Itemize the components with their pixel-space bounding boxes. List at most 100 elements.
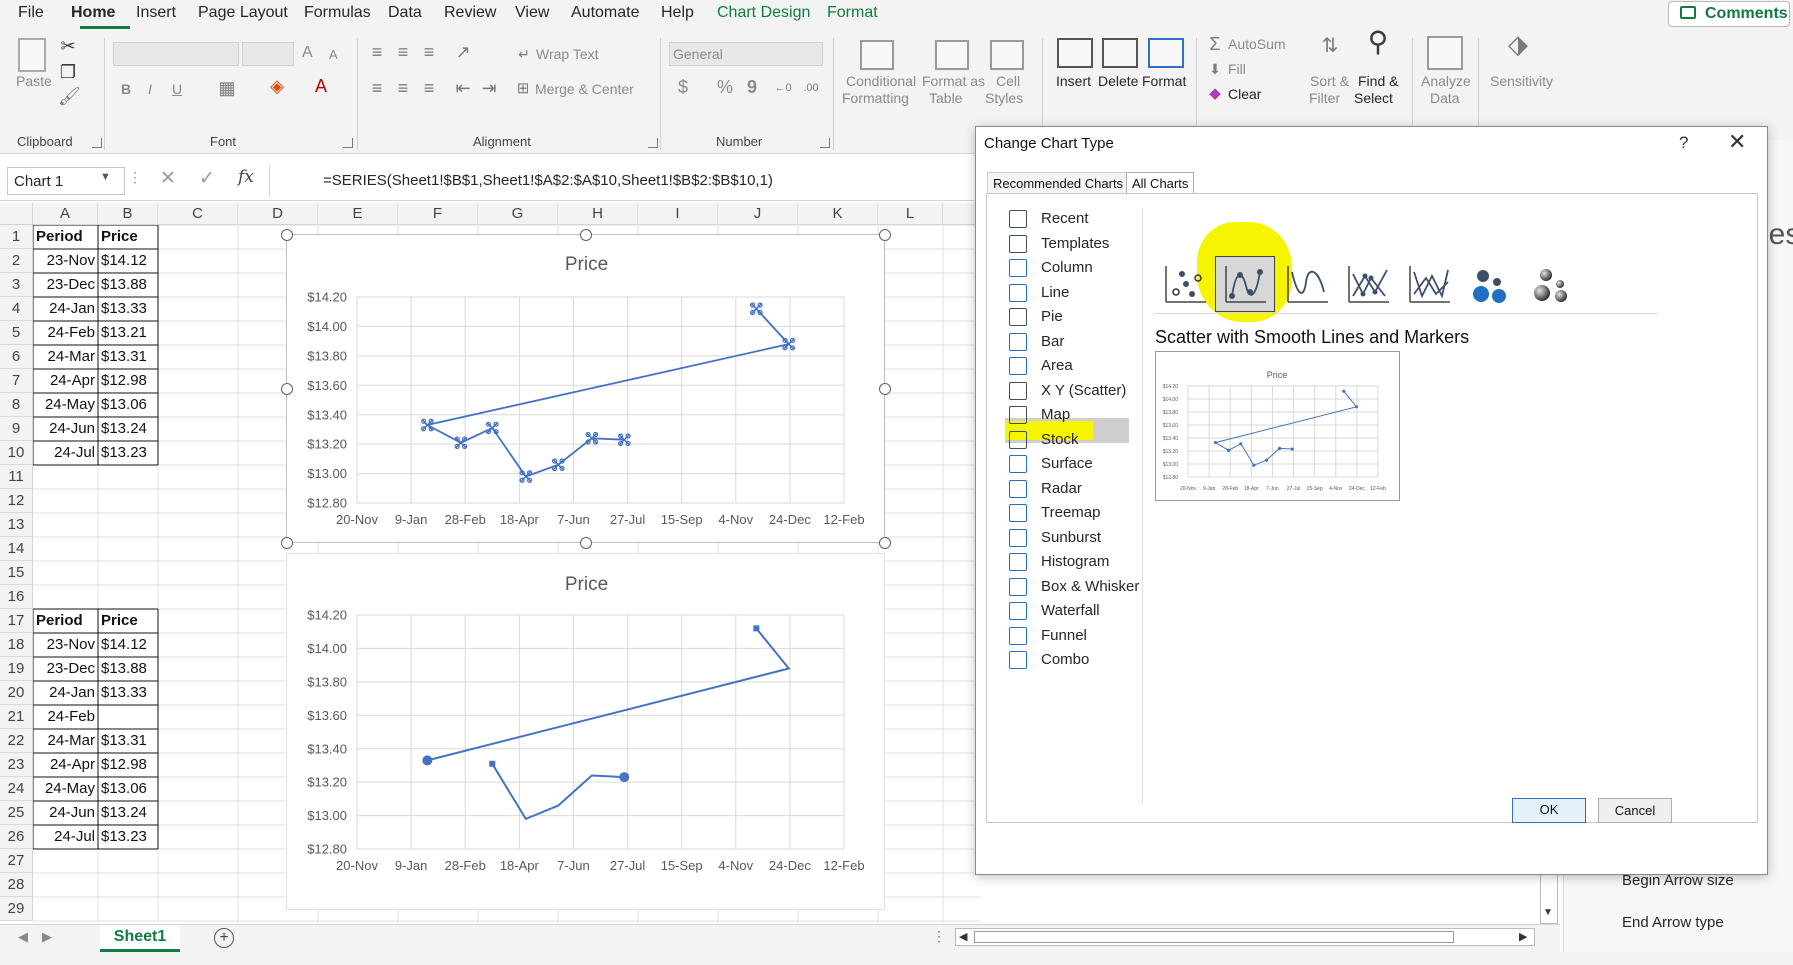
cell[interactable]: $12.98 xyxy=(98,753,158,777)
menu-review[interactable]: Review xyxy=(444,4,496,22)
clipboard-dialog-launcher-icon[interactable] xyxy=(92,138,102,148)
menu-page-layout[interactable]: Page Layout xyxy=(198,4,288,22)
delete-cells-icon[interactable] xyxy=(1102,38,1138,68)
scatter-smooth-lines-markers-icon[interactable] xyxy=(1222,262,1268,306)
cell-styles-icon[interactable] xyxy=(990,40,1024,70)
cell-styles-button-line2[interactable]: Styles xyxy=(985,89,1023,107)
format-as-table-button-line2[interactable]: Table xyxy=(929,89,962,107)
cell[interactable]: $13.24 xyxy=(98,801,158,825)
menu-home[interactable]: Home xyxy=(71,4,115,22)
resize-handle-icon[interactable] xyxy=(879,537,891,549)
align-middle-icon[interactable]: ≡ xyxy=(392,42,414,62)
analyze-data-button-line2[interactable]: Data xyxy=(1430,89,1460,107)
resize-handle-icon[interactable] xyxy=(879,383,891,395)
increase-indent-icon[interactable]: ⇥ xyxy=(478,78,500,98)
column-header[interactable]: E xyxy=(318,203,398,225)
data-point[interactable] xyxy=(422,755,433,766)
underline-button[interactable]: U xyxy=(172,80,182,98)
cell[interactable]: 24-Jan xyxy=(33,681,98,705)
insert-cells-icon[interactable] xyxy=(1057,38,1093,68)
resize-handle-icon[interactable] xyxy=(281,537,293,549)
menu-automate[interactable]: Automate xyxy=(571,4,639,22)
font-dialog-launcher-icon[interactable] xyxy=(343,138,353,148)
row-header[interactable]: 16 xyxy=(0,585,33,609)
column-header[interactable]: I xyxy=(638,203,718,225)
column-header[interactable]: J xyxy=(718,203,798,225)
help-button[interactable]: ? xyxy=(1679,133,1688,153)
find-select-button[interactable]: Find & xyxy=(1358,72,1398,90)
chart-preview[interactable]: Price $12.80 $13.00 $13.20 $13.40 $13.60 $13.8… xyxy=(1155,351,1400,501)
menu-format[interactable]: Format xyxy=(827,4,878,22)
cell[interactable]: $13.33 xyxy=(98,297,158,321)
chart-category-map[interactable]: Map xyxy=(1009,403,1159,427)
cell[interactable]: 24-Jun xyxy=(33,801,98,825)
row-header[interactable]: 13 xyxy=(0,513,33,537)
sensitivity-button[interactable]: Sensitivity xyxy=(1490,72,1553,90)
sheet-tab-sheet1[interactable]: Sheet1 xyxy=(100,925,180,952)
tab-bar-options-icon[interactable]: ⋮ xyxy=(932,928,946,945)
next-sheet-icon[interactable]: ▶ xyxy=(42,929,52,945)
chart-category-templates[interactable]: Templates xyxy=(1009,232,1159,256)
column-header[interactable]: F xyxy=(398,203,478,225)
chart-category-box-whisker[interactable]: Box & Whisker xyxy=(1009,575,1159,599)
cell[interactable]: Price xyxy=(98,609,158,633)
scroll-right-icon[interactable]: ▶ xyxy=(1519,930,1527,943)
alignment-dialog-launcher-icon[interactable] xyxy=(648,138,658,148)
align-left-icon[interactable]: ≡ xyxy=(366,78,388,98)
column-header[interactable]: L xyxy=(878,203,943,225)
row-header[interactable]: 7 xyxy=(0,369,33,393)
chart-category-histogram[interactable]: Histogram xyxy=(1009,550,1159,574)
row-header[interactable]: 17 xyxy=(0,609,33,633)
row-header[interactable]: 4 xyxy=(0,297,33,321)
cell[interactable]: Price xyxy=(98,225,158,249)
cell[interactable]: $13.23 xyxy=(98,441,158,465)
chart-category-bar[interactable]: Bar xyxy=(1009,330,1159,354)
row-header[interactable]: 12 xyxy=(0,489,33,513)
menu-view[interactable]: View xyxy=(515,4,549,22)
data-point[interactable] xyxy=(749,302,763,316)
cell[interactable]: 23-Dec xyxy=(33,657,98,681)
resize-handle-icon[interactable] xyxy=(879,229,891,241)
paste-icon[interactable] xyxy=(18,38,46,72)
ok-button[interactable]: OK xyxy=(1512,798,1586,823)
name-box-dropdown-icon[interactable]: ▼ xyxy=(100,171,111,183)
cell[interactable]: 24-Feb xyxy=(33,321,98,345)
row-header[interactable]: 27 xyxy=(0,849,33,873)
fill-button[interactable]: Fill xyxy=(1228,60,1246,78)
conditional-formatting-button-line2[interactable]: Formatting xyxy=(842,89,909,107)
cut-icon[interactable]: ✂ xyxy=(58,36,78,56)
resize-handle-icon[interactable] xyxy=(580,537,592,549)
increase-decimal-icon[interactable]: ←0 xyxy=(772,78,794,98)
conditional-formatting-button[interactable]: Conditional xyxy=(846,72,916,90)
cell[interactable]: 24-Mar xyxy=(33,729,98,753)
find-select-icon[interactable]: ⚲ xyxy=(1360,28,1396,56)
data-point[interactable] xyxy=(753,625,760,632)
paste-button[interactable]: Paste xyxy=(16,72,52,90)
scroll-left-icon[interactable]: ◀ xyxy=(959,930,967,943)
chart-category-surface[interactable]: Surface xyxy=(1009,452,1159,476)
row-header[interactable]: 9 xyxy=(0,417,33,441)
orientation-icon[interactable]: ↗ xyxy=(452,42,474,62)
scatter-smooth-lines-icon[interactable] xyxy=(1284,262,1330,306)
shrink-font-button[interactable]: A xyxy=(329,46,338,64)
font-size-combo[interactable] xyxy=(242,42,294,66)
data-point[interactable] xyxy=(551,458,565,472)
currency-button[interactable]: $ xyxy=(678,78,688,96)
chart-category-combo[interactable]: Combo xyxy=(1009,648,1159,672)
resize-handle-icon[interactable] xyxy=(580,229,592,241)
column-header[interactable]: H xyxy=(558,203,638,225)
previous-sheet-icon[interactable]: ◀ xyxy=(18,929,28,945)
format-as-table-button[interactable]: Format as xyxy=(922,72,985,90)
menu-data[interactable]: Data xyxy=(388,4,422,22)
wrap-text-button[interactable]: Wrap Text xyxy=(536,45,599,63)
cell[interactable]: $13.31 xyxy=(98,345,158,369)
align-top-icon[interactable]: ≡ xyxy=(366,42,388,62)
sort-filter-icon[interactable]: ⇅ xyxy=(1312,36,1348,56)
sort-filter-button[interactable]: Sort & xyxy=(1310,72,1349,90)
chart-category-radar[interactable]: Radar xyxy=(1009,477,1159,501)
menu-help[interactable]: Help xyxy=(661,4,694,22)
borders-icon[interactable]: ▦ xyxy=(216,78,238,98)
cell[interactable]: 24-Jul xyxy=(33,441,98,465)
decrease-indent-icon[interactable]: ⇤ xyxy=(452,78,474,98)
number-format-combo[interactable]: General xyxy=(669,42,823,66)
